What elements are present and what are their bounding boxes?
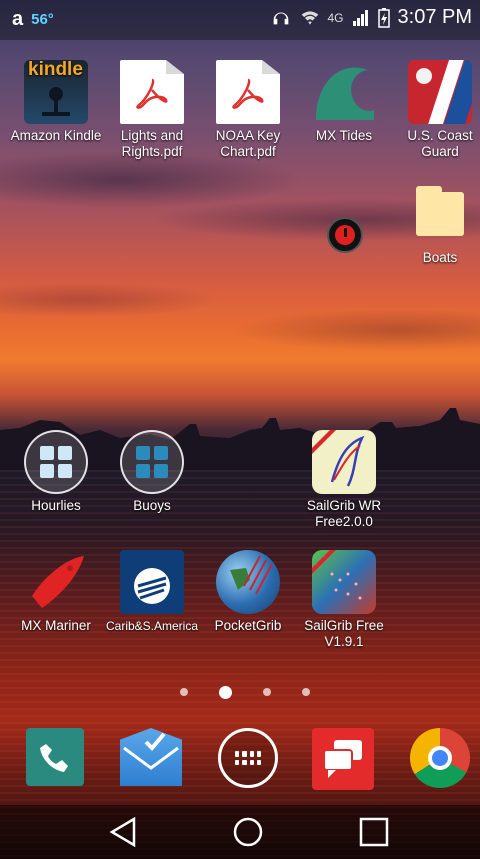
app-mx-tides[interactable]: MX Tides	[296, 60, 392, 144]
page-dot[interactable]	[302, 688, 310, 696]
globe-icon	[216, 550, 280, 614]
app-sailgrib-wr-free[interactable]: SailGrib WR Free2.0.0	[296, 430, 392, 530]
folder-buoys[interactable]: Buoys	[104, 430, 200, 514]
power-widget-icon[interactable]	[327, 217, 363, 253]
folder-hourlies[interactable]: Hourlies	[8, 430, 104, 514]
dock-messaging[interactable]	[312, 728, 374, 790]
chart-guide-icon	[120, 550, 184, 614]
page-dot[interactable]	[263, 688, 271, 696]
dock-phone[interactable]	[26, 728, 84, 786]
pdf-icon	[120, 60, 184, 124]
app-sailgrib-free[interactable]: SailGrib Free V1.9.1	[296, 550, 392, 650]
wave-icon	[312, 60, 376, 124]
phone-icon	[26, 728, 84, 786]
folder-boats[interactable]: Boats	[392, 186, 480, 266]
pdf-icon	[216, 60, 280, 124]
folder-icon	[416, 186, 464, 236]
home-icon[interactable]	[228, 815, 268, 849]
recents-icon[interactable]	[354, 815, 394, 849]
network-type: 4G	[327, 10, 344, 25]
app-mx-mariner[interactable]: MX Mariner	[8, 550, 104, 634]
home-screen: a 56° 4G 3:07 PM kindle Amazon Kindle Li…	[0, 0, 480, 859]
app-amazon-kindle[interactable]: kindle Amazon Kindle	[8, 60, 104, 144]
battery-charging-icon	[377, 7, 390, 28]
wifi-icon	[301, 10, 318, 25]
signal-icon	[352, 9, 368, 26]
app-noaa-key-chart-pdf[interactable]: NOAA Key Chart.pdf	[200, 60, 296, 160]
dock-chrome[interactable]	[410, 728, 470, 788]
coast-guard-icon	[408, 60, 472, 124]
page-indicator	[180, 684, 310, 700]
temperature-text: 56°	[31, 11, 54, 28]
clock: 3:07 PM	[397, 6, 472, 28]
folder-icon	[120, 430, 184, 494]
dock-inbox[interactable]	[120, 728, 182, 786]
app-carib-s-america[interactable]: Carib&S.America	[104, 550, 200, 634]
folder-icon	[24, 430, 88, 494]
kindle-icon: kindle	[24, 60, 88, 124]
chrome-icon	[410, 728, 470, 788]
boat-icon	[24, 550, 88, 614]
app-us-coast-guard[interactable]: U.S. Coast Guard	[392, 60, 480, 160]
amazon-notification-icon: a	[12, 8, 24, 30]
dock-app-drawer[interactable]	[218, 728, 278, 788]
messaging-icon	[312, 728, 374, 790]
sailgrib-icon	[312, 550, 376, 614]
sailgrib-wr-icon	[312, 430, 376, 494]
app-lights-and-rights-pdf[interactable]: Lights and Rights.pdf	[104, 60, 200, 160]
back-icon[interactable]	[104, 815, 144, 849]
app-drawer-icon	[218, 728, 278, 788]
navigation-bar	[0, 805, 480, 859]
headphones-icon	[273, 12, 288, 24]
inbox-icon	[120, 728, 182, 786]
status-bar: a 56° 4G 3:07 PM	[0, 0, 480, 40]
page-dot[interactable]	[180, 688, 188, 696]
wallpaper-water	[0, 470, 480, 859]
app-pocketgrib[interactable]: PocketGrib	[200, 550, 296, 634]
page-dot-current[interactable]	[219, 685, 232, 699]
